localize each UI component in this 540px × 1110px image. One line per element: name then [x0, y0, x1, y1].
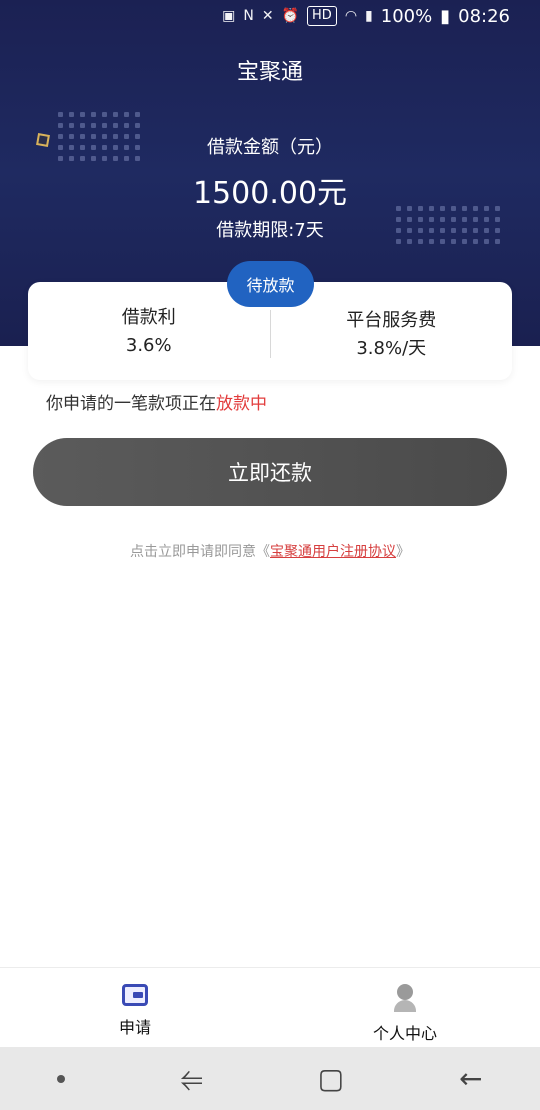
- agreement-link[interactable]: 宝聚通用户注册协议: [270, 544, 396, 560]
- agreement-text: 点击立即申请即同意《宝聚通用户注册协议》: [0, 541, 540, 561]
- page-title: 宝聚通: [236, 60, 303, 85]
- repay-button[interactable]: 立即还款: [33, 438, 507, 506]
- status-message: 你申请的一笔款项正在放款中: [46, 389, 267, 414]
- loan-term: 借款期限:7天: [216, 220, 324, 241]
- status-bar: ▣ N ✕ ⏰ HD ◠ ▮ 100% ▮ 08:26: [0, 0, 540, 32]
- decorative-dot: [91, 112, 96, 117]
- interest-value: 3.6%: [125, 335, 172, 356]
- decorative-dot: [124, 112, 129, 117]
- home-icon[interactable]: ▢: [318, 1064, 344, 1093]
- battery-icon: ▮: [440, 5, 451, 27]
- tab-profile-label: 个人中心: [372, 1024, 437, 1043]
- decorative-dot: [69, 112, 74, 117]
- nfc-icon: N: [243, 8, 254, 24]
- decorative-dot: [69, 123, 74, 128]
- mute-icon: ✕: [261, 8, 274, 24]
- system-nav-bar: ⥢ ▢ ←: [0, 1047, 540, 1110]
- decorative-dot: [58, 112, 63, 117]
- wifi-icon: ◠: [344, 8, 358, 24]
- fee-label: 平台服务费: [346, 310, 437, 331]
- tab-apply[interactable]: 申请: [0, 968, 270, 1047]
- decorative-dot: [91, 123, 96, 128]
- tab-profile[interactable]: 个人中心: [270, 968, 540, 1047]
- fee-column: 平台服务费 3.8%/天: [269, 310, 513, 359]
- signal-icon: ▮: [365, 8, 373, 24]
- decorative-dot: [102, 123, 107, 128]
- agreement-prefix: 点击立即申请即同意《: [130, 544, 270, 560]
- status-highlight: 放款中: [216, 394, 267, 414]
- status-prefix: 你申请的一笔款项正在: [46, 394, 216, 414]
- tab-apply-label: 申请: [118, 1018, 151, 1037]
- amount-value: 1500.00元: [192, 176, 348, 211]
- hd-badge: HD: [307, 6, 337, 26]
- status-pill: 待放款: [227, 261, 314, 307]
- decorative-dot: [58, 123, 63, 128]
- nav-dot-icon[interactable]: [57, 1074, 66, 1083]
- fee-value: 3.8%/天: [356, 338, 427, 359]
- decorative-dot: [113, 123, 118, 128]
- person-icon: [393, 984, 417, 1012]
- amount-label: 借款金额（元）: [207, 137, 333, 158]
- recents-icon[interactable]: ⥢: [180, 1064, 202, 1093]
- back-icon[interactable]: ←: [459, 1064, 482, 1093]
- interest-label: 借款利: [121, 307, 176, 328]
- decorative-dot: [113, 112, 118, 117]
- decorative-dot: [135, 112, 140, 117]
- decorative-dot: [80, 112, 85, 117]
- bottom-tab-bar: 申请 个人中心: [0, 967, 540, 1047]
- decorative-dot: [80, 123, 85, 128]
- alarm-icon: ⏰: [281, 8, 300, 24]
- clock: 08:26: [458, 5, 510, 27]
- decorative-dot: [102, 112, 107, 117]
- wallet-icon: [122, 984, 148, 1006]
- decorative-dot: [135, 123, 140, 128]
- battery-percent: 100%: [380, 5, 433, 27]
- decorative-dot: [124, 123, 129, 128]
- agreement-suffix: 》: [396, 544, 410, 560]
- notification-icon: ▣: [222, 8, 236, 24]
